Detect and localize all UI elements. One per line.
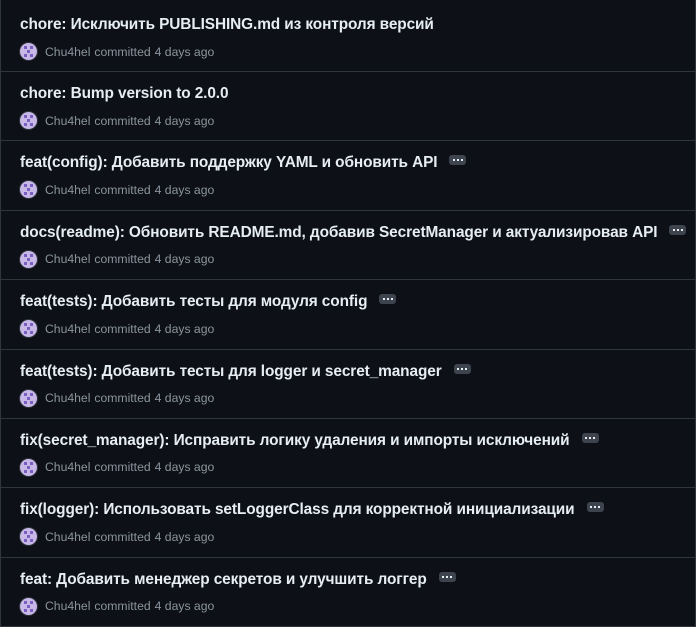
commit-meta: Chu4hel committed 4 days ago [20, 112, 214, 129]
commit-title-link[interactable]: feat(tests): Добавить тесты для logger и… [20, 363, 442, 381]
avatar[interactable] [20, 597, 37, 615]
commit-row: chore: Bump version to 2.0.0 Chu4hel com… [1, 71, 695, 140]
commit-row: fix(secret_manager): Исправить логику уд… [1, 417, 695, 487]
commit-time: 4 days ago [154, 460, 215, 475]
commit-title-line: fix(logger): Использовать setLoggerClass… [20, 501, 604, 519]
commit-title-line: chore: Bump version to 2.0.0 [20, 85, 229, 103]
commit-action: committed [94, 529, 151, 544]
commit-action: committed [94, 113, 151, 128]
avatar[interactable] [20, 250, 37, 268]
commit-title-line: fix(secret_manager): Исправить логику уд… [20, 432, 599, 450]
commit-title-link[interactable]: feat: Добавить менеджер секретов и улучш… [20, 571, 427, 589]
expand-description-button[interactable] [669, 224, 687, 235]
commit-title-link[interactable]: chore: Bump version to 2.0.0 [20, 85, 229, 103]
author-link[interactable]: Chu4hel [45, 45, 90, 59]
commit-meta: Chu4hel committed 4 days ago [20, 320, 215, 338]
commit-meta: Chu4hel committed 4 days ago [20, 389, 215, 407]
commit-row: fix(logger): Использовать setLoggerClass… [1, 487, 695, 556]
commit-time: 4 days ago [154, 599, 215, 614]
commit-action: committed [94, 460, 151, 475]
commit-row: chore: Исключить PUBLISHING.md из контро… [1, 0, 695, 71]
author-link[interactable]: Chu4hel [45, 530, 90, 544]
author-link[interactable]: Chu4hel [45, 391, 90, 405]
commit-title-line: feat(tests): Добавить тесты для logger и… [20, 363, 471, 381]
commit-time: 4 days ago [154, 44, 215, 59]
commit-title-link[interactable]: feat(tests): Добавить тесты для модуля c… [20, 293, 367, 311]
commit-meta: Chu4hel committed 4 days ago [20, 250, 215, 268]
commit-title-link[interactable]: chore: Исключить PUBLISHING.md из контро… [20, 16, 434, 34]
expand-description-button[interactable] [438, 571, 456, 582]
commit-title-link[interactable]: docs(readme): Обновить README.md, добави… [20, 224, 658, 242]
commit-time: 4 days ago [154, 529, 215, 544]
commit-row: docs(readme): Обновить README.md, добави… [1, 209, 695, 279]
avatar[interactable] [20, 112, 37, 129]
commit-title-link[interactable]: fix(secret_manager): Исправить логику уд… [20, 432, 570, 450]
commit-time: 4 days ago [154, 321, 215, 336]
commit-row: feat(tests): Добавить тесты для модуля c… [1, 279, 695, 348]
commit-action: committed [94, 599, 151, 614]
commit-title-link[interactable]: feat(config): Добавить поддержку YAML и … [20, 154, 438, 172]
avatar[interactable] [20, 43, 37, 60]
author-link[interactable]: Chu4hel [45, 460, 90, 474]
expand-description-button[interactable] [586, 502, 604, 513]
expand-description-button[interactable] [581, 432, 599, 443]
commit-meta: Chu4hel committed 4 days ago [20, 43, 214, 60]
commit-row: feat(tests): Добавить тесты для logger и… [1, 348, 695, 418]
commit-title-line: chore: Исключить PUBLISHING.md из контро… [20, 16, 434, 34]
commit-action: committed [94, 391, 151, 406]
commit-meta: Chu4hel committed 4 days ago [20, 528, 215, 546]
commit-action: committed [94, 182, 151, 197]
expand-description-button[interactable] [379, 294, 397, 305]
commit-row: feat(config): Добавить поддержку YAML и … [1, 140, 695, 209]
avatar[interactable] [20, 389, 37, 407]
commit-time: 4 days ago [154, 113, 215, 128]
commit-title-line: feat(tests): Добавить тесты для модуля c… [20, 293, 397, 311]
commit-title-line: docs(readme): Обновить README.md, добави… [20, 224, 687, 242]
commit-title-line: feat: Добавить менеджер секретов и улучш… [20, 571, 456, 589]
commit-action: committed [94, 321, 151, 336]
commit-time: 4 days ago [154, 252, 215, 267]
avatar[interactable] [20, 181, 37, 199]
commit-meta: Chu4hel committed 4 days ago [20, 458, 215, 476]
commit-title-line: feat(config): Добавить поддержку YAML и … [20, 154, 467, 172]
author-link[interactable]: Chu4hel [45, 599, 90, 613]
author-link[interactable]: Chu4hel [45, 183, 90, 197]
commit-time: 4 days ago [154, 182, 215, 197]
expand-description-button[interactable] [449, 155, 467, 166]
author-link[interactable]: Chu4hel [45, 114, 90, 128]
commit-list: chore: Исключить PUBLISHING.md из контро… [0, 0, 696, 627]
commit-meta: Chu4hel committed 4 days ago [20, 597, 215, 615]
avatar[interactable] [20, 528, 37, 546]
commit-meta: Chu4hel committed 4 days ago [20, 181, 215, 199]
commit-title-link[interactable]: fix(logger): Использовать setLoggerClass… [20, 501, 575, 519]
commit-action: committed [94, 252, 151, 267]
commit-time: 4 days ago [154, 391, 215, 406]
author-link[interactable]: Chu4hel [45, 322, 90, 336]
commit-row: feat: Добавить менеджер секретов и улучш… [1, 556, 695, 626]
avatar[interactable] [20, 458, 37, 476]
avatar[interactable] [20, 320, 37, 338]
commit-action: committed [94, 44, 151, 59]
author-link[interactable]: Chu4hel [45, 252, 90, 266]
expand-description-button[interactable] [453, 363, 471, 374]
